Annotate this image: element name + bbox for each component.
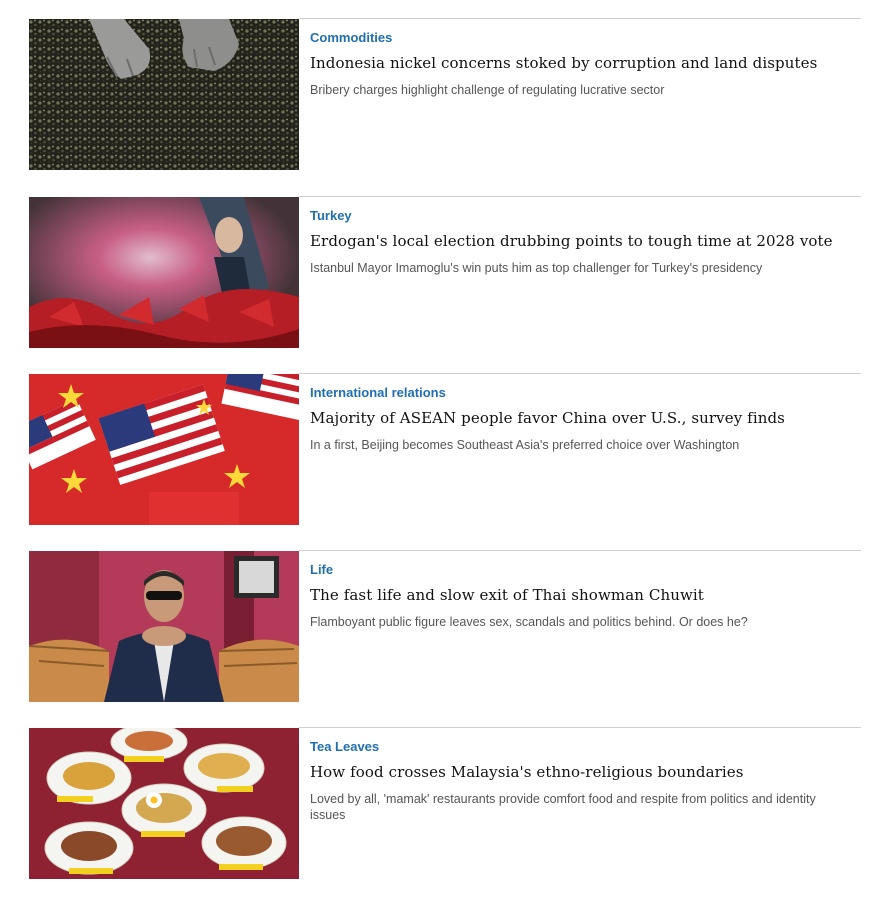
article-card: Turkey Erdogan's local election drubbing… (29, 196, 861, 373)
article-text: Commodities Indonesia nickel concerns st… (310, 30, 841, 98)
article-summary: In a first, Beijing becomes Southeast As… (310, 438, 740, 452)
article-summary: Istanbul Mayor Imamoglu's win puts him a… (310, 261, 763, 275)
category-link[interactable]: Commodities (310, 30, 841, 46)
headline-link[interactable]: Majority of ASEAN people favor China ove… (310, 408, 841, 428)
portrait-image (29, 551, 299, 702)
article-thumbnail-mamak[interactable] (29, 728, 299, 879)
headline-link[interactable]: Indonesia nickel concerns stoked by corr… (310, 53, 841, 73)
article-card: Life The fast life and slow exit of Thai… (29, 550, 861, 727)
headline-link[interactable]: The fast life and slow exit of Thai show… (310, 585, 841, 605)
headline-link[interactable]: How food crosses Malaysia's ethno-religi… (310, 762, 841, 782)
nickel-ore-image (29, 19, 299, 170)
article-thumbnail-nickel[interactable] (29, 19, 299, 170)
article-thumbnail-asean[interactable] (29, 374, 299, 525)
headline-link[interactable]: Erdogan's local election drubbing points… (310, 231, 841, 251)
article-summary: Loved by all, 'mamak' restaurants provid… (310, 792, 816, 822)
china-us-flags-image (29, 374, 299, 525)
article-thumbnail-chuwit[interactable] (29, 551, 299, 702)
divider (299, 18, 861, 19)
food-menu-image (29, 728, 299, 879)
article-text: Tea Leaves How food crosses Malaysia's e… (310, 739, 841, 823)
article-text: Turkey Erdogan's local election drubbing… (310, 208, 841, 276)
article-summary: Flamboyant public figure leaves sex, sca… (310, 615, 748, 629)
category-link[interactable]: International relations (310, 385, 841, 401)
article-thumbnail-turkey[interactable] (29, 197, 299, 348)
article-text: Life The fast life and slow exit of Thai… (310, 562, 841, 630)
divider (299, 550, 861, 551)
article-card: Tea Leaves How food crosses Malaysia's e… (29, 727, 861, 904)
article-card: International relations Majority of ASEA… (29, 373, 861, 550)
article-text: International relations Majority of ASEA… (310, 385, 841, 453)
rally-flags-image (29, 197, 299, 348)
article-summary: Bribery charges highlight challenge of r… (310, 83, 665, 97)
article-card: Commodities Indonesia nickel concerns st… (29, 18, 861, 195)
divider (299, 727, 861, 728)
category-link[interactable]: Turkey (310, 208, 841, 224)
divider (299, 373, 861, 374)
category-link[interactable]: Life (310, 562, 841, 578)
divider (299, 196, 861, 197)
category-link[interactable]: Tea Leaves (310, 739, 841, 755)
